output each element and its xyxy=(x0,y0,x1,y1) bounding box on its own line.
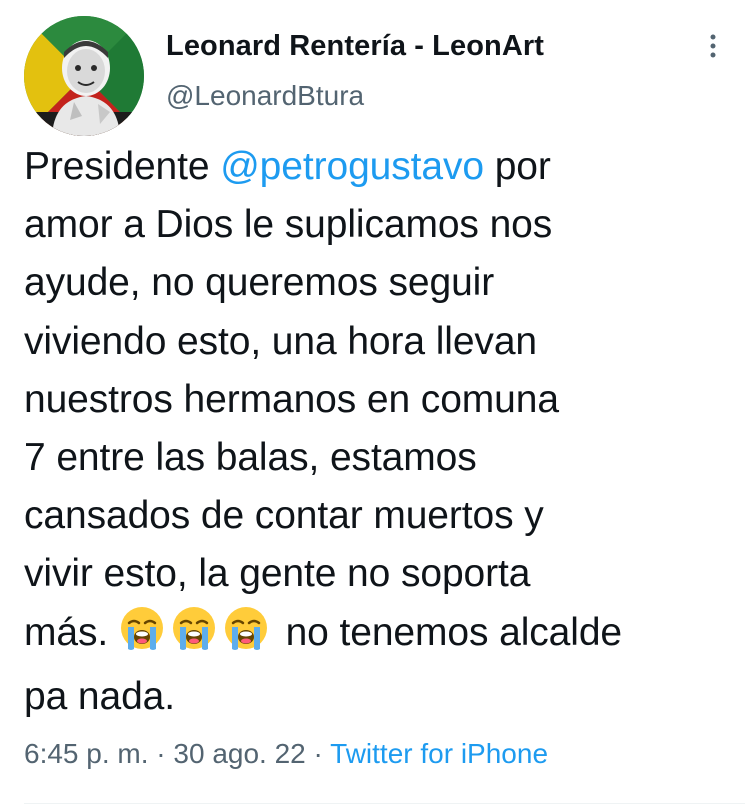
tweet-text: Presidente @petrogustavo por amor a Dios… xyxy=(24,138,734,726)
tweet-time[interactable]: 6:45 p. m. xyxy=(24,738,149,769)
divider xyxy=(24,803,745,804)
author-name[interactable]: Leonard Rentería - LeonArt xyxy=(166,30,544,63)
loudly-crying-face-icon xyxy=(223,605,269,651)
tweet-text-start: Presidente xyxy=(24,145,221,188)
tweet-date[interactable]: 30 ago. 22 xyxy=(173,738,305,769)
tweet-text-middle: por amor a Dios le suplicamos nos ayude,… xyxy=(24,145,559,654)
author-handle[interactable]: @LeonardBtura xyxy=(166,80,364,112)
tweet-meta: 6:45 p. m. · 30 ago. 22 · Twitter for iP… xyxy=(24,738,548,770)
emoji-group xyxy=(119,605,275,668)
mention-link[interactable]: @petrogustavo xyxy=(220,145,484,188)
more-vertical-icon[interactable] xyxy=(703,32,723,64)
loudly-crying-face-icon xyxy=(171,605,217,651)
avatar[interactable] xyxy=(24,16,144,136)
meta-separator: · xyxy=(148,738,174,769)
tweet-source[interactable]: Twitter for iPhone xyxy=(330,738,548,769)
avatar-image xyxy=(24,16,144,136)
loudly-crying-face-icon xyxy=(119,605,165,651)
tweet-card: Leonard Rentería - LeonArt @LeonardBtura… xyxy=(0,0,745,808)
meta-separator: · xyxy=(305,738,331,769)
